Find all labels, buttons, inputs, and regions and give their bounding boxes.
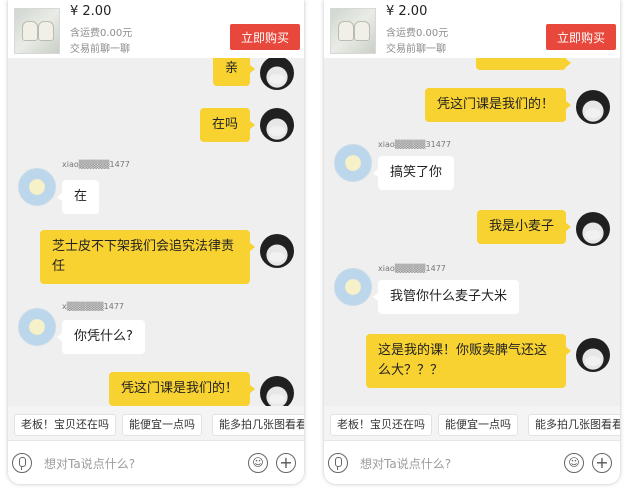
message-bubble-mine[interactable]: 这是我的课！你贩卖脾气还这么大？？？ [366, 334, 571, 388]
doll-figure-icon [22, 21, 38, 41]
message-bubble-other[interactable]: 在 [56, 180, 100, 214]
other-avatar[interactable] [18, 308, 56, 346]
product-bar[interactable]: ¥ 2.00 含运费0.00元 交易前聊一聊 立即购买 [8, 0, 304, 58]
my-avatar[interactable] [576, 90, 610, 124]
message-input[interactable] [360, 455, 540, 473]
doll-figure-icon [38, 21, 54, 41]
chat-screen-right: ¥ 2.00 含运费0.00元 交易前聊一聊 立即购买 凭这门课是我们的！ xi… [324, 0, 620, 484]
my-avatar[interactable] [260, 58, 294, 90]
message-bubble-mine[interactable]: 亲 [212, 58, 256, 86]
quick-reply-chip[interactable]: 能多拍几张图看看 [528, 414, 620, 436]
plus-icon[interactable]: + [592, 453, 612, 473]
plus-icon[interactable]: + [276, 453, 296, 473]
my-avatar[interactable] [576, 338, 610, 372]
chat-hint: 交易前聊一聊 [70, 44, 130, 55]
quick-reply-chip[interactable]: 能多拍几张图看看 [212, 414, 304, 436]
message-input[interactable] [44, 455, 224, 473]
sender-name: xiao▒▒▒▒▒31477 [378, 140, 451, 149]
product-thumbnail[interactable] [14, 8, 60, 54]
input-bar: ☺ + [8, 440, 304, 484]
chat-area[interactable]: 凭这门课是我们的！ xiao▒▒▒▒▒31477 搞笑了你 我是小麦子 xiao… [324, 58, 620, 406]
chat-hint: 交易前聊一聊 [386, 44, 446, 55]
other-avatar[interactable] [334, 144, 372, 182]
message-bubble-mine[interactable]: 凭这门课是我们的！ [108, 372, 256, 406]
emoji-icon[interactable]: ☺ [564, 453, 584, 473]
message-bubble-mine[interactable]: 凭这门课是我们的！ [424, 88, 572, 122]
quick-reply-chip[interactable]: 能便宜一点吗 [438, 414, 518, 436]
my-avatar[interactable] [260, 234, 294, 268]
sender-name: x▒▒▒▒▒▒1477 [62, 302, 125, 311]
shipping-info: 含运费0.00元 [386, 28, 449, 39]
quick-reply-chip[interactable]: 老板！宝贝还在吗 [14, 414, 116, 436]
buy-now-button[interactable]: 立即购买 [230, 24, 300, 50]
message-bubble-mine[interactable]: 芝士皮不下架我们会追究法律责任 [40, 230, 255, 284]
my-avatar[interactable] [260, 376, 294, 406]
input-bar: ☺ + [324, 440, 620, 484]
microphone-icon[interactable] [12, 453, 32, 473]
message-bubble-mine-partial [476, 58, 571, 70]
chat-screen-left: ¥ 2.00 含运费0.00元 交易前聊一聊 立即购买 亲 在吗 xiao▒▒▒… [8, 0, 304, 484]
chat-area[interactable]: 亲 在吗 xiao▒▒▒▒▒1477 在 芝士皮不下架我们会追究法律责任 x▒▒… [8, 58, 304, 406]
message-bubble-other[interactable]: 你凭什么? [57, 320, 145, 354]
my-avatar[interactable] [576, 212, 610, 246]
microphone-icon[interactable] [328, 453, 348, 473]
product-thumbnail[interactable] [330, 8, 376, 54]
buy-now-button[interactable]: 立即购买 [546, 24, 616, 50]
other-avatar[interactable] [334, 268, 372, 306]
message-bubble-other[interactable]: 搞笑了你 [372, 156, 455, 190]
product-price: ¥ 2.00 [70, 4, 112, 19]
sender-name: xiao▒▒▒▒▒1477 [378, 264, 446, 273]
doll-figure-icon [338, 21, 354, 41]
quick-reply-chip[interactable]: 能便宜一点吗 [122, 414, 202, 436]
quick-reply-bar[interactable]: 老板！宝贝还在吗 能便宜一点吗 能多拍几张图看看 [8, 406, 304, 440]
product-bar[interactable]: ¥ 2.00 含运费0.00元 交易前聊一聊 立即购买 [324, 0, 620, 58]
emoji-icon[interactable]: ☺ [248, 453, 268, 473]
doll-figure-icon [354, 21, 370, 41]
quick-reply-bar[interactable]: 老板！宝贝还在吗 能便宜一点吗 能多拍几张图看看 [324, 406, 620, 440]
message-bubble-other[interactable]: 我管你什么麦子大米 [372, 280, 520, 314]
message-bubble-mine[interactable]: 在吗 [199, 108, 256, 142]
shipping-info: 含运费0.00元 [70, 28, 133, 39]
quick-reply-chip[interactable]: 老板！宝贝还在吗 [330, 414, 432, 436]
other-avatar[interactable] [18, 168, 56, 206]
my-avatar[interactable] [260, 108, 294, 142]
message-bubble-mine[interactable]: 我是小麦子 [476, 210, 572, 244]
sender-name: xiao▒▒▒▒▒1477 [62, 160, 130, 169]
product-price: ¥ 2.00 [386, 4, 428, 19]
